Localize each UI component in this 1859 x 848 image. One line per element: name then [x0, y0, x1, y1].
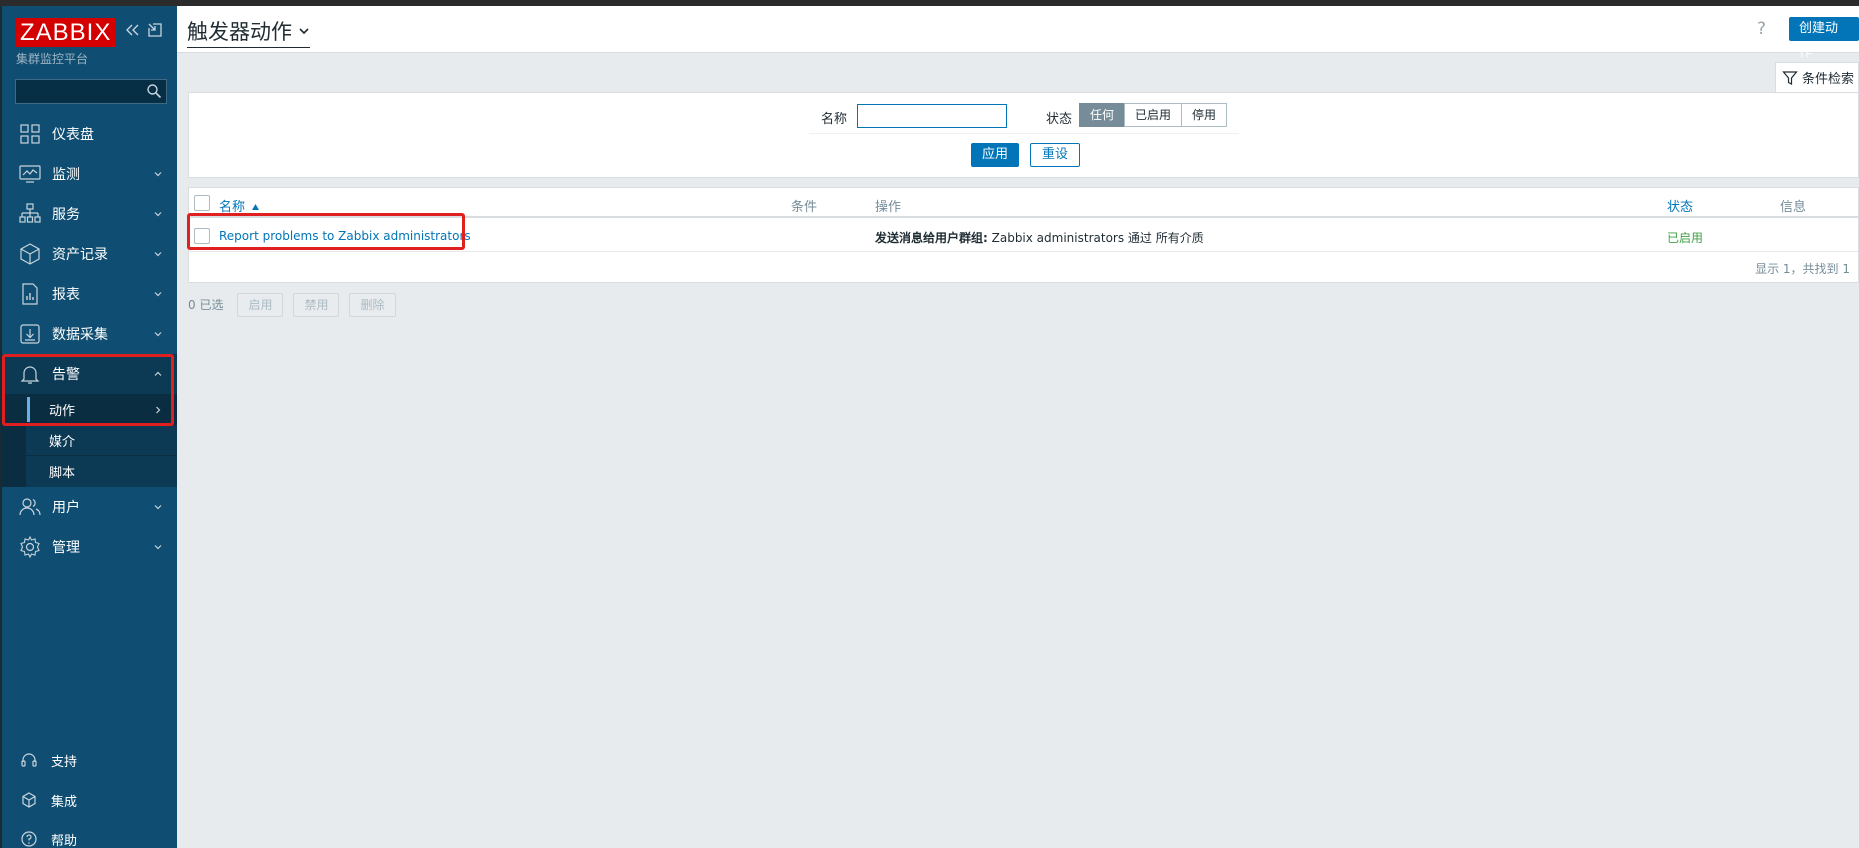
- sidebar-item-label: 数据采集: [52, 327, 108, 343]
- name-filter-input[interactable]: [857, 104, 1007, 128]
- zabbix-logo[interactable]: ZABBIX: [16, 18, 116, 47]
- sidebar-item-administration[interactable]: 管理: [2, 527, 177, 567]
- sidebar-item-inventory[interactable]: 资产记录: [2, 234, 177, 274]
- page-title: 触发器动作: [187, 20, 292, 44]
- sort-asc-icon: [252, 204, 260, 210]
- data-collection-icon: [20, 324, 40, 344]
- collapse-sidebar-icon[interactable]: [123, 21, 141, 39]
- sidebar-item-label: 管理: [52, 540, 80, 556]
- filter-panel: 名称 状态 任何 已启用 停用 应用 重设: [188, 92, 1859, 178]
- sidebar-item-help[interactable]: 帮助: [2, 824, 177, 848]
- filter-icon: [1782, 70, 1798, 85]
- sidebar-item-label: 仪表盘: [52, 127, 94, 143]
- kiosk-mode-icon[interactable]: [146, 21, 164, 39]
- status-toggle-link[interactable]: 已启用: [1667, 229, 1703, 246]
- operation-type: 发送消息给用户群组:: [875, 231, 988, 245]
- inventory-icon: [20, 243, 40, 265]
- highlight-box: [187, 213, 465, 250]
- table-summary: 显示 1，共找到 1: [1755, 262, 1850, 276]
- sidebar-item-label: 用户: [52, 500, 80, 516]
- chevron-down-icon: [154, 505, 162, 510]
- sidebar-item-monitoring[interactable]: 监测: [2, 154, 177, 194]
- column-header-status[interactable]: 状态: [1667, 196, 1693, 215]
- select-all-checkbox[interactable]: [194, 195, 210, 211]
- delete-button[interactable]: 删除: [349, 292, 396, 317]
- column-header-conditions: 条件: [791, 200, 818, 215]
- sidebar-subitem-label: 脚本: [49, 466, 76, 481]
- sidebar-subitem-media[interactable]: 媒介: [2, 425, 177, 456]
- create-action-button[interactable]: 创建动作: [1789, 17, 1859, 60]
- gear-icon: [20, 535, 40, 559]
- filter-tab[interactable]: 条件检索: [1775, 62, 1859, 92]
- chevron-down-icon: [154, 172, 162, 177]
- status-segmented-control: 任何 已启用 停用: [1079, 103, 1228, 127]
- name-label: 名称: [821, 112, 848, 127]
- sidebar-item-label: 监测: [52, 167, 80, 183]
- sidebar-item-label: 支持: [51, 754, 78, 770]
- status-option-disabled[interactable]: 停用: [1181, 103, 1228, 127]
- operation-detail: Zabbix administrators 通过 所有介质: [987, 231, 1204, 245]
- sidebar-item-reports[interactable]: 报表: [2, 274, 177, 314]
- column-header-operations: 操作: [875, 200, 902, 215]
- status-option-any[interactable]: 任何: [1079, 103, 1126, 127]
- column-header-info: 信息: [1780, 200, 1807, 215]
- filter-tab-label: 条件检索: [1802, 72, 1855, 87]
- page-title-dropdown[interactable]: 触发器动作: [187, 16, 310, 48]
- sidebar-item-label: 服务: [52, 207, 80, 223]
- sidebar-item-label: 资产记录: [52, 247, 108, 263]
- sidebar-subitem-label: 媒介: [49, 434, 76, 450]
- dashboard-icon: [20, 124, 40, 144]
- page-header: 触发器动作 ? 创建动作: [177, 6, 1859, 60]
- chevron-down-icon: [299, 28, 309, 35]
- status-option-enabled[interactable]: 已启用: [1124, 103, 1183, 127]
- chevron-down-icon: [154, 212, 162, 217]
- users-icon: [19, 498, 41, 516]
- sidebar: ZABBIX 集群监控平台 仪表盘 监测 服务 资产记录 报表 数据采集 告警 …: [0, 6, 177, 848]
- sidebar-item-dashboard[interactable]: 仪表盘: [2, 114, 177, 154]
- monitoring-icon: [19, 165, 41, 183]
- submenu-rail: [2, 425, 26, 455]
- apply-button[interactable]: 应用: [971, 143, 1020, 167]
- chevron-down-icon: [154, 332, 162, 337]
- highlight-box: [2, 354, 174, 426]
- reset-button[interactable]: 重设: [1030, 143, 1081, 167]
- chevron-down-icon: [154, 252, 162, 257]
- action-operations: 发送消息给用户群组: Zabbix administrators 通过 所有介质: [875, 229, 1204, 246]
- sidebar-item-data-collection[interactable]: 数据采集: [2, 314, 177, 354]
- status-label: 状态: [1046, 112, 1073, 127]
- chevron-down-icon: [154, 292, 162, 297]
- sidebar-item-services[interactable]: 服务: [2, 194, 177, 234]
- help-icon: [21, 831, 37, 847]
- selected-count: 0 已选: [188, 298, 224, 312]
- chevron-down-icon: [154, 545, 162, 550]
- sidebar-item-label: 集成: [51, 794, 78, 810]
- sidebar-item-label: 报表: [52, 287, 80, 303]
- search-icon[interactable]: [146, 83, 162, 99]
- divider: [809, 133, 1239, 134]
- sidebar-subitem-scripts[interactable]: 脚本: [2, 456, 177, 487]
- reports-icon: [22, 283, 38, 305]
- services-icon: [19, 203, 41, 223]
- sidebar-item-label: 帮助: [51, 833, 78, 848]
- sidebar-item-integrations[interactable]: 集成: [2, 785, 177, 815]
- headset-icon: [21, 753, 37, 767]
- help-icon[interactable]: ?: [1757, 19, 1766, 39]
- sidebar-item-support[interactable]: 支持: [2, 745, 177, 775]
- integrations-icon: [22, 792, 36, 808]
- sidebar-search-input[interactable]: [15, 79, 167, 104]
- sidebar-subtitle: 集群监控平台: [16, 52, 89, 66]
- submenu-rail: [2, 456, 26, 487]
- mass-action-bar: 0 已选 启用 禁用 删除: [188, 292, 406, 317]
- enable-button[interactable]: 启用: [237, 292, 284, 317]
- disable-button[interactable]: 禁用: [293, 292, 340, 317]
- sidebar-item-users[interactable]: 用户: [2, 487, 177, 527]
